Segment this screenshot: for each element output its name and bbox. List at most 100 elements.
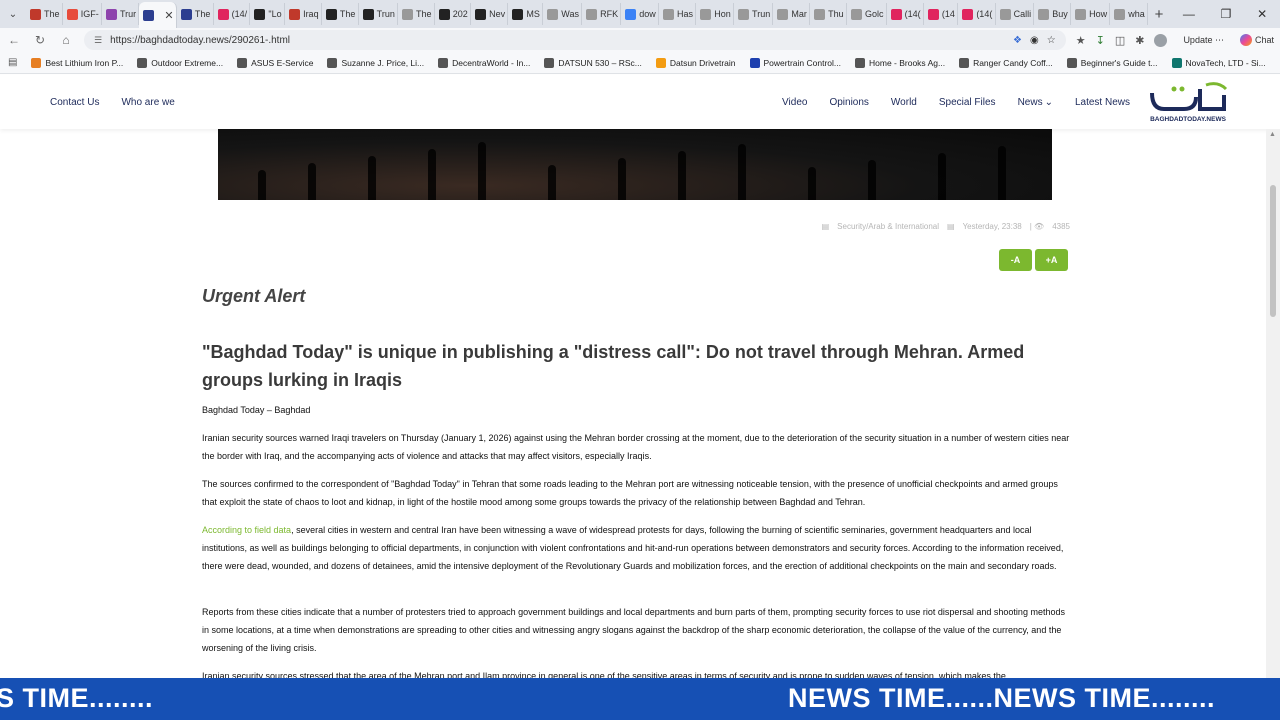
hero-figure [548,165,556,200]
bookmark-label: Suzanne J. Price, Li... [341,57,425,68]
extensions-icon[interactable]: ✱ [1135,34,1144,47]
reader-icon[interactable]: ◉ [1030,35,1039,46]
scroll-up-icon[interactable]: ▲ [1269,131,1276,138]
browser-tab[interactable]: wha [1110,3,1148,25]
font-decrease-button[interactable]: -A [999,249,1032,271]
browser-tab[interactable]: The [26,3,63,25]
bookmark-item[interactable]: Powertrain Control... [749,57,841,68]
tab-label: (14( [904,9,921,19]
field-data-link[interactable]: According to field data [202,525,291,535]
minimize-icon[interactable]: — [1183,7,1195,21]
browser-tab[interactable]: "Lo [250,3,286,25]
tab-list-chevron-icon[interactable]: ⌄ [0,0,26,28]
close-tab-icon[interactable]: ✕ [164,9,173,22]
scroll-thumb[interactable] [1270,185,1276,317]
url-field[interactable]: ☰ https://baghdadtoday.news/290261-.html… [84,30,1066,50]
browser-tab[interactable]: Mar [773,3,811,25]
article-meta: ▤ Security/Arab & International ▤ Yester… [822,222,1070,231]
meta-category[interactable]: Security/Arab & International [837,222,939,231]
bookmark-item[interactable]: DATSUN 530 – RSc... [544,57,642,68]
tab-label: IGF- [80,9,99,19]
tab-favicon-icon [547,8,559,20]
restore-icon[interactable]: ❐ [1221,7,1232,21]
reload-icon[interactable]: ↻ [32,33,48,47]
bookmark-item[interactable]: Beginner's Guide t... [1066,57,1158,68]
tab-favicon-icon [217,8,229,20]
browser-tab[interactable]: The [398,3,435,25]
hero-figure [618,158,626,200]
nav-link-opinions[interactable]: Opinions [829,97,868,108]
browser-tab[interactable]: (14( [958,3,996,25]
bookmark-label: Powertrain Control... [763,57,841,68]
nav-link-latest-news[interactable]: Latest News [1075,97,1130,108]
article-paragraph-3-text: , several cities in western and central … [202,525,1064,571]
baghdad-today-logo[interactable]: BAGHDADTODAY.NEWS [1144,81,1232,125]
browser-tab[interactable]: The [177,3,214,25]
sidebar-toggle-icon[interactable]: ▤ [8,57,17,68]
browser-tab[interactable]: Nev [471,3,509,25]
tab-favicon-icon [66,8,78,20]
browser-tab[interactable]: ✕ [139,2,177,28]
category-icon: ▤ [821,222,830,231]
bookmark-item[interactable]: ASUS E-Service [237,57,313,68]
profile-avatar[interactable] [1154,33,1168,47]
browser-tab[interactable]: IGF- [63,3,102,25]
bookmark-item[interactable]: Home - Brooks Ag... [855,57,946,68]
browser-tab[interactable]: (14/ [214,3,251,25]
update-button[interactable]: Update ⋯ [1177,33,1230,48]
bookmark-label: Datsun Drivetrain [669,57,736,68]
bookmark-label: Home - Brooks Ag... [869,57,946,68]
browser-tab[interactable]: dow [621,3,660,25]
browser-tab[interactable]: Iraq [285,3,322,25]
download-icon[interactable]: ↧ [1096,34,1105,47]
nav-link-news[interactable]: News [1018,97,1043,108]
translate-icon[interactable]: ❖ [1013,35,1022,46]
browser-tab[interactable]: Trun [359,3,398,25]
nav-link-world[interactable]: World [891,97,917,108]
browser-tab[interactable]: The [322,3,359,25]
article-paragraph-2: The sources confirmed to the corresponde… [202,479,1058,507]
nav-link-who-are-we[interactable]: Who are we [121,97,174,108]
bookmark-item[interactable]: Datsun Drivetrain [655,57,736,68]
browser-tab[interactable]: RFK [582,3,622,25]
bookmark-item[interactable]: Ranger Candy Coff... [959,57,1053,68]
bookmark-favicon-icon [1171,57,1182,68]
browser-tab[interactable]: Has [659,3,697,25]
favorites-icon[interactable]: ★ [1076,34,1086,47]
browser-tab[interactable]: Golc [847,3,887,25]
bookmark-item[interactable]: Best Lithium Iron P... [31,57,123,68]
nav-link-special-files[interactable]: Special Files [939,97,996,108]
bookmark-item[interactable]: DecentraWorld - In... [438,57,530,68]
browser-tab[interactable]: Hon [696,3,735,25]
bookmark-item[interactable]: Outdoor Extreme... [137,57,223,68]
page-scrollbar[interactable]: ▲ [1266,129,1280,678]
site-info-icon[interactable]: ☰ [94,35,102,46]
nav-link-video[interactable]: Video [782,97,807,108]
collections-icon[interactable]: ◫ [1115,34,1125,47]
nav-link-contact-us[interactable]: Contact Us [50,97,99,108]
home-icon[interactable]: ⌂ [58,33,74,47]
browser-tab[interactable]: Trun [734,3,774,25]
browser-tab[interactable]: (14 [924,3,959,25]
browser-tab[interactable]: How [1071,3,1111,25]
browser-tab[interactable]: Thu [810,3,847,25]
browser-tab[interactable]: 202 [435,3,472,25]
browser-tab[interactable]: Trur [102,3,140,25]
logo-text: BAGHDADTODAY.NEWS [1150,116,1227,123]
nav-right: Video Opinions World Special Files News ⌄ Lat… [782,97,1130,108]
back-icon[interactable]: ← [6,33,22,47]
font-increase-button[interactable]: +A [1035,249,1068,271]
chat-button[interactable]: Chat [1239,34,1274,46]
new-tab-button[interactable]: + [1148,6,1170,23]
browser-tab[interactable]: Buy [1034,3,1072,25]
browser-tab[interactable]: Was [543,3,583,25]
chevron-down-icon[interactable]: ⌄ [1045,97,1053,108]
browser-tab[interactable]: (14( [887,3,924,25]
bookmark-favicon-icon [438,57,449,68]
browser-tab[interactable]: Calli [996,3,1035,25]
bookmark-item[interactable]: NovaTech, LTD - Si... [1171,57,1266,68]
browser-tab[interactable]: MS [508,3,544,25]
bookmark-item[interactable]: Suzanne J. Price, Li... [327,57,425,68]
close-window-icon[interactable]: ✕ [1257,7,1267,21]
favorite-star-icon[interactable]: ☆ [1047,35,1056,46]
